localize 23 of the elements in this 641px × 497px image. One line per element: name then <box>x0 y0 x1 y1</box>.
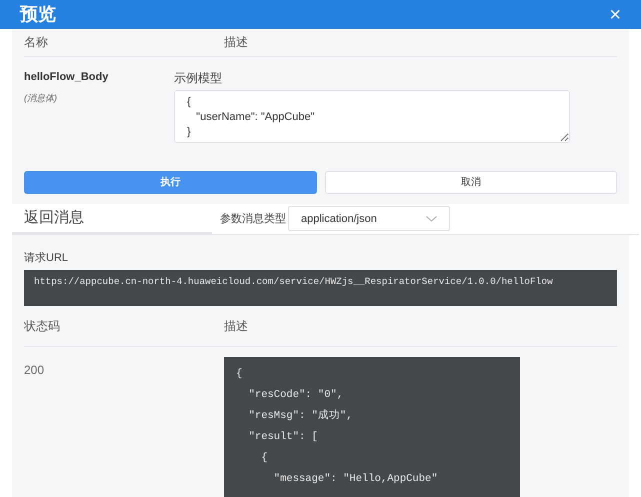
column-header: 名称 <box>24 34 49 52</box>
close-button[interactable]: × <box>609 4 621 24</box>
chevron-down-icon <box>426 216 437 222</box>
field-label: 参数消息类型 <box>220 212 286 227</box>
code-line: "resCode": "0", <box>248 388 344 403</box>
status-code: 200 <box>24 362 46 379</box>
code-line: "message": "Hello,AppCube" <box>272 472 439 487</box>
code-line: "resMsg": "成功", <box>248 409 354 424</box>
column-header: 描述 <box>224 318 248 335</box>
code-line: { <box>260 451 269 466</box>
example-input-field[interactable]: { "userName": "AppCube" } <box>174 90 570 143</box>
code-line: { <box>236 367 244 382</box>
window-title: 预览 <box>20 3 56 26</box>
url-display: https://appcube.cn-north-4.huaweicloud.com/service/HWZjs__RespiratorService/1.0.0/helloFlow <box>24 270 617 306</box>
column-header: 描述 <box>224 34 248 52</box>
parameter-type: (消息体) <box>24 92 58 106</box>
field-label: 请求URL <box>24 251 70 266</box>
field-label: 示例模型 <box>174 70 223 87</box>
cancel-button[interactable]: 取消 <box>324 170 617 194</box>
code-line: "result": [ <box>248 430 319 445</box>
column-header: 状态码 <box>24 318 61 335</box>
parameter-name: helloFlow_Body <box>24 70 110 85</box>
content-type-dropdown[interactable]: application/json <box>288 206 450 232</box>
